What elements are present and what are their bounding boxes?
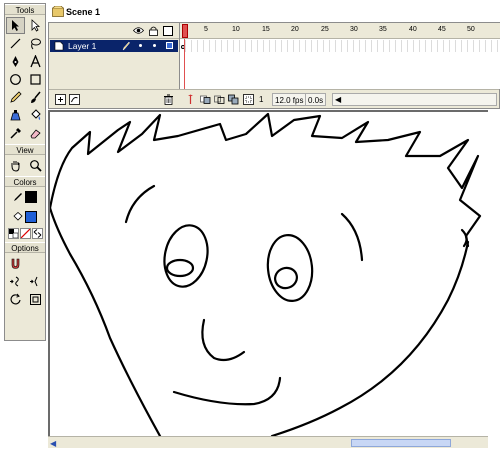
- oval-tool-icon[interactable]: [6, 71, 25, 88]
- layer-pencil-icon: [122, 41, 130, 53]
- timeline-status-bar: 1 12.0 fps 0.0s ◀: [49, 89, 499, 108]
- stage-right-margin: [488, 110, 500, 436]
- ruler-tick: 25: [321, 26, 329, 33]
- scene-icon: [52, 5, 64, 17]
- pencil-tool-icon[interactable]: [6, 89, 25, 106]
- frame-row[interactable]: [180, 40, 500, 52]
- scene-label[interactable]: Scene 1: [66, 7, 100, 17]
- outline-icon[interactable]: [163, 26, 173, 38]
- left-eyebrow: [124, 184, 156, 224]
- straighten-icon[interactable]: [26, 273, 45, 290]
- ruler-tick: 15: [262, 26, 270, 33]
- scale-icon[interactable]: [26, 291, 45, 308]
- ruler-tick: 40: [409, 26, 417, 33]
- brush-tool-icon[interactable]: [26, 89, 45, 106]
- options-title: Options: [5, 242, 45, 253]
- fill-color-swatch[interactable]: [25, 211, 37, 223]
- right-ear-stroke: [460, 228, 468, 248]
- view-title: View: [5, 144, 45, 155]
- layer-lock-dot[interactable]: [153, 44, 156, 47]
- hair-outline: [50, 112, 482, 248]
- face-right-jaw: [270, 240, 470, 436]
- pen-tool-icon[interactable]: [6, 53, 25, 70]
- add-guide-layer-icon[interactable]: [68, 93, 80, 105]
- rotate-icon[interactable]: [6, 291, 25, 308]
- frame-rate-field[interactable]: 12.0 fps: [272, 93, 307, 106]
- playhead-line: [184, 39, 185, 89]
- subselect-tool-icon[interactable]: [26, 17, 45, 34]
- paint-bucket-tool-icon[interactable]: [26, 107, 45, 124]
- no-color-icon[interactable]: [19, 228, 31, 239]
- hand-tool-icon[interactable]: [6, 157, 25, 174]
- colors-title: Colors: [5, 176, 45, 187]
- options-blank: [26, 255, 45, 272]
- ruler-tick: 45: [438, 26, 446, 33]
- layer-visible-dot[interactable]: [139, 44, 142, 47]
- onion-skin-icon[interactable]: [199, 93, 211, 105]
- scrollbar-thumb[interactable]: [351, 439, 451, 447]
- timeline-panel: Layer 1 5 10 15 20 25 30 35 40 45 50 1 1…: [48, 22, 500, 109]
- ruler-tick: 5: [204, 26, 208, 33]
- left-eye: [163, 224, 209, 288]
- right-pupil: [274, 266, 298, 290]
- playhead[interactable]: [182, 24, 188, 38]
- mouth: [172, 376, 282, 406]
- left-pupil: [165, 258, 195, 278]
- eraser-tool-icon[interactable]: [26, 125, 45, 142]
- arrow-tool-icon[interactable]: [5, 17, 25, 34]
- frames-area[interactable]: 5 10 15 20 25 30 35 40 45 50: [179, 23, 500, 89]
- elapsed-time-field: 0.0s: [305, 93, 327, 106]
- rectangle-tool-icon[interactable]: [26, 71, 45, 88]
- eyedropper-tool-icon[interactable]: [6, 125, 25, 142]
- lasso-tool-icon[interactable]: [26, 35, 45, 52]
- ink-bottle-tool-icon[interactable]: [6, 107, 25, 124]
- stroke-color-pencil-icon: [13, 192, 23, 202]
- face-left-edge: [50, 206, 162, 436]
- timeline-scrollbar[interactable]: ◀: [332, 93, 497, 106]
- layer-page-icon: [54, 41, 64, 53]
- ruler-tick: 30: [350, 26, 358, 33]
- default-colors-icon[interactable]: [7, 228, 19, 239]
- layer-header: [49, 23, 179, 39]
- delete-layer-icon[interactable]: [162, 93, 174, 105]
- scroll-left-arrow-icon[interactable]: ◀: [335, 95, 341, 104]
- fill-color-bucket-icon: [13, 212, 23, 222]
- layer-row[interactable]: Layer 1: [50, 40, 178, 52]
- stage-horizontal-scrollbar[interactable]: ◀: [48, 436, 488, 448]
- lock-icon[interactable]: [149, 26, 158, 38]
- stroke-color-swatch[interactable]: [25, 191, 37, 203]
- edit-multiple-frames-icon[interactable]: [227, 93, 239, 105]
- ruler-tick: 50: [467, 26, 475, 33]
- insert-layer-icon[interactable]: [54, 93, 66, 105]
- right-eyebrow: [340, 212, 364, 262]
- modify-onion-markers-icon[interactable]: [242, 93, 254, 105]
- smooth-icon[interactable]: [6, 273, 25, 290]
- scene-bar: Scene 1: [48, 3, 500, 21]
- onion-skin-outlines-icon[interactable]: [213, 93, 225, 105]
- ruler-tick: 20: [291, 26, 299, 33]
- current-frame-field: 1: [259, 95, 264, 104]
- zoom-tool-icon[interactable]: [26, 157, 45, 174]
- frame-ruler[interactable]: 5 10 15 20 25 30 35 40 45 50: [180, 23, 500, 39]
- snap-magnet-icon[interactable]: [6, 255, 25, 272]
- layer-outline-swatch[interactable]: [166, 42, 173, 49]
- layer-name[interactable]: Layer 1: [68, 41, 96, 51]
- stage-canvas[interactable]: [48, 110, 488, 436]
- ruler-tick: 35: [379, 26, 387, 33]
- text-tool-icon[interactable]: [26, 53, 45, 70]
- nose: [201, 318, 246, 362]
- center-frame-icon[interactable]: [184, 93, 196, 105]
- scroll-left-icon[interactable]: ◀: [50, 439, 56, 448]
- tools-title: Tools: [5, 4, 45, 15]
- eye-icon[interactable]: [132, 26, 145, 37]
- swap-colors-icon[interactable]: [31, 228, 43, 239]
- line-tool-icon[interactable]: [6, 35, 25, 52]
- ruler-tick: 10: [232, 26, 240, 33]
- tools-panel: Tools View Colors Options: [4, 3, 46, 341]
- face-drawing: [50, 112, 482, 436]
